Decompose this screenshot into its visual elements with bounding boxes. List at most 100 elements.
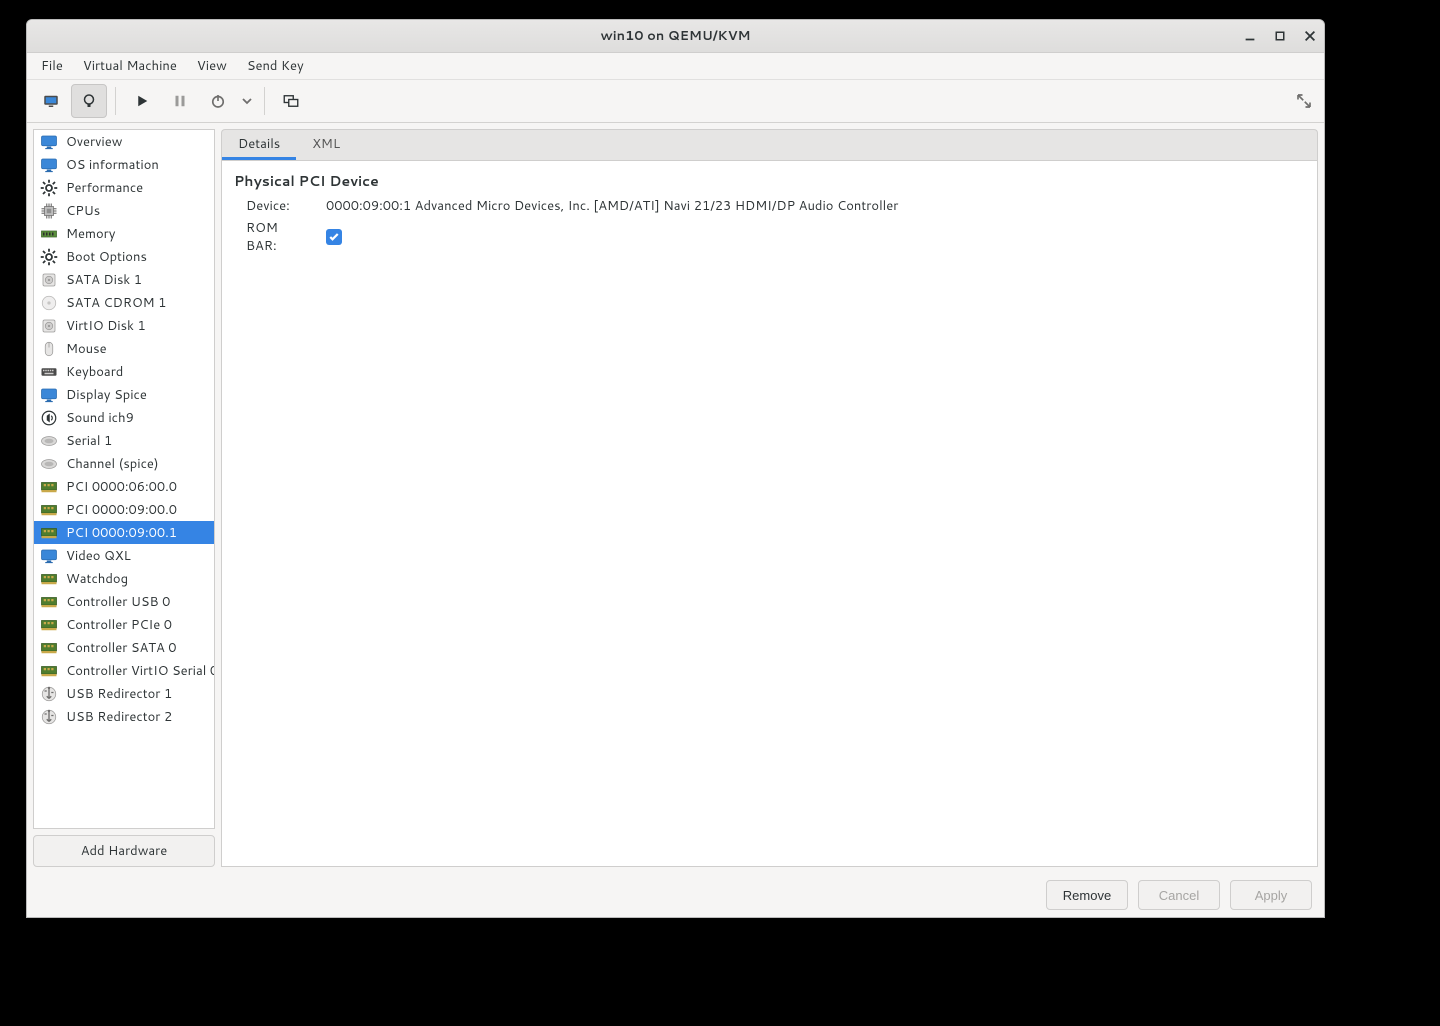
pci-icon — [38, 477, 60, 497]
sidebar-item-label: Controller USB 0 — [66, 593, 170, 611]
ram-icon — [38, 224, 60, 244]
sidebar-item-controller-sata-0[interactable]: Controller SATA 0 — [34, 636, 214, 659]
shutdown-menu-button[interactable] — [238, 85, 256, 117]
sidebar-item-sata-cdrom-1[interactable]: SATA CDROM 1 — [34, 291, 214, 314]
maximize-button[interactable] — [1272, 28, 1288, 44]
sidebar-item-label: Sound ich9 — [66, 409, 134, 427]
sidebar-item-label: PCI 0000:06:00.0 — [66, 478, 177, 496]
pause-button[interactable] — [162, 84, 198, 118]
sidebar-item-channel-spice-[interactable]: Channel (spice) — [34, 452, 214, 475]
sidebar-item-label: USB Redirector 2 — [66, 708, 172, 726]
menu-view[interactable]: View — [189, 54, 235, 78]
sidebar-item-sound-ich9[interactable]: Sound ich9 — [34, 406, 214, 429]
sidebar-item-pci-0000-09-00-1[interactable]: PCI 0000:09:00.1 — [34, 521, 214, 544]
sidebar-item-usb-redirector-2[interactable]: USB Redirector 2 — [34, 705, 214, 728]
sidebar-item-label: Overview — [66, 133, 122, 151]
minimize-button[interactable] — [1242, 28, 1258, 44]
sidebar-item-label: Watchdog — [66, 570, 128, 588]
sidebar-item-watchdog[interactable]: Watchdog — [34, 567, 214, 590]
cdrom-icon — [38, 293, 60, 313]
gear-icon — [38, 178, 60, 198]
cpu-icon — [38, 201, 60, 221]
toolbar — [27, 80, 1324, 123]
add-hardware-button[interactable]: Add Hardware — [33, 835, 215, 867]
details-panel: Physical PCI Device Device: 0000:09:00:1… — [221, 160, 1318, 867]
sidebar-item-label: VirtIO Disk 1 — [66, 317, 146, 335]
sidebar-item-label: Channel (spice) — [66, 455, 159, 473]
disk-icon — [38, 270, 60, 290]
remove-button[interactable]: Remove — [1046, 880, 1128, 910]
hardware-list[interactable]: Overview OS information Performance CPUs Mem… — [33, 129, 215, 829]
sidebar-item-label: Mouse — [66, 340, 107, 358]
sidebar-item-video-qxl[interactable]: Video QXL — [34, 544, 214, 567]
sidebar-item-label: Keyboard — [66, 363, 123, 381]
titlebar: win10 on QEMU/KVM — [27, 20, 1324, 53]
sidebar-item-sata-disk-1[interactable]: SATA Disk 1 — [34, 268, 214, 291]
run-button[interactable] — [124, 84, 160, 118]
usb-icon — [38, 684, 60, 704]
sidebar-item-label: SATA Disk 1 — [66, 271, 142, 289]
sidebar-item-serial-1[interactable]: Serial 1 — [34, 429, 214, 452]
window: win10 on QEMU/KVM FileVirtual MachineVie… — [26, 19, 1325, 918]
pci-icon — [38, 638, 60, 658]
sidebar-item-cpus[interactable]: CPUs — [34, 199, 214, 222]
monitor-blue-icon — [38, 132, 60, 152]
device-value: 0000:09:00:1 Advanced Micro Devices, Inc… — [326, 197, 898, 215]
pci-icon — [38, 569, 60, 589]
sidebar-item-controller-pcie-0[interactable]: Controller PCIe 0 — [34, 613, 214, 636]
usb-icon — [38, 707, 60, 727]
menu-virtual-machine[interactable]: Virtual Machine — [75, 54, 185, 78]
sidebar-item-display-spice[interactable]: Display Spice — [34, 383, 214, 406]
sidebar-item-label: SATA CDROM 1 — [66, 294, 166, 312]
sidebar-item-label: Boot Options — [66, 248, 147, 266]
sidebar-item-keyboard[interactable]: Keyboard — [34, 360, 214, 383]
console-view-button[interactable] — [33, 84, 69, 118]
sidebar-item-label: Controller PCIe 0 — [66, 616, 172, 634]
mouse-icon — [38, 339, 60, 359]
tab-details[interactable]: Details — [222, 130, 296, 160]
monitor-blue-icon — [38, 546, 60, 566]
menu-file[interactable]: File — [33, 54, 71, 78]
sidebar-item-label: PCI 0000:09:00.1 — [66, 524, 177, 542]
sidebar-item-controller-usb-0[interactable]: Controller USB 0 — [34, 590, 214, 613]
section-heading: Physical PCI Device — [234, 171, 1305, 191]
pci-icon — [38, 592, 60, 612]
details-view-button[interactable] — [71, 84, 107, 118]
pci-icon — [38, 615, 60, 635]
sidebar-item-label: Video QXL — [66, 547, 131, 565]
sidebar-item-pci-0000-09-00-0[interactable]: PCI 0000:09:00.0 — [34, 498, 214, 521]
tab-xml[interactable]: XML — [296, 130, 356, 160]
toolbar-separator — [115, 87, 116, 115]
sidebar-item-label: Display Spice — [66, 386, 147, 404]
rombar-checkbox[interactable] — [326, 229, 342, 245]
sidebar-item-label: Serial 1 — [66, 432, 112, 450]
sidebar-item-virtio-disk-1[interactable]: VirtIO Disk 1 — [34, 314, 214, 337]
keyboard-icon — [38, 362, 60, 382]
apply-button[interactable]: Apply — [1230, 880, 1312, 910]
disk-icon — [38, 316, 60, 336]
cancel-button[interactable]: Cancel — [1138, 880, 1220, 910]
fullscreen-button[interactable] — [1290, 87, 1318, 115]
sidebar-item-label: Memory — [66, 225, 115, 243]
sidebar-item-boot-options[interactable]: Boot Options — [34, 245, 214, 268]
close-button[interactable] — [1302, 28, 1318, 44]
rombar-label: ROM BAR: — [246, 219, 308, 255]
sidebar-item-mouse[interactable]: Mouse — [34, 337, 214, 360]
sidebar-item-label: Performance — [66, 179, 143, 197]
sidebar-item-controller-virtio-serial-0[interactable]: Controller VirtIO Serial 0 — [34, 659, 214, 682]
snapshots-button[interactable] — [273, 84, 309, 118]
sidebar-item-overview[interactable]: Overview — [34, 130, 214, 153]
sidebar-item-performance[interactable]: Performance — [34, 176, 214, 199]
menu-send-key[interactable]: Send Key — [239, 54, 312, 78]
sidebar-item-pci-0000-06-00-0[interactable]: PCI 0000:06:00.0 — [34, 475, 214, 498]
serial-icon — [38, 454, 60, 474]
add-hardware-label: Add Hardware — [81, 842, 168, 860]
device-label: Device: — [246, 197, 308, 215]
sidebar-item-memory[interactable]: Memory — [34, 222, 214, 245]
sidebar-item-usb-redirector-1[interactable]: USB Redirector 1 — [34, 682, 214, 705]
shutdown-button[interactable] — [200, 84, 236, 118]
sidebar-item-label: Controller SATA 0 — [66, 639, 177, 657]
sidebar-item-os-information[interactable]: OS information — [34, 153, 214, 176]
sidebar-item-label: Controller VirtIO Serial 0 — [66, 662, 215, 680]
sound-icon — [38, 408, 60, 428]
